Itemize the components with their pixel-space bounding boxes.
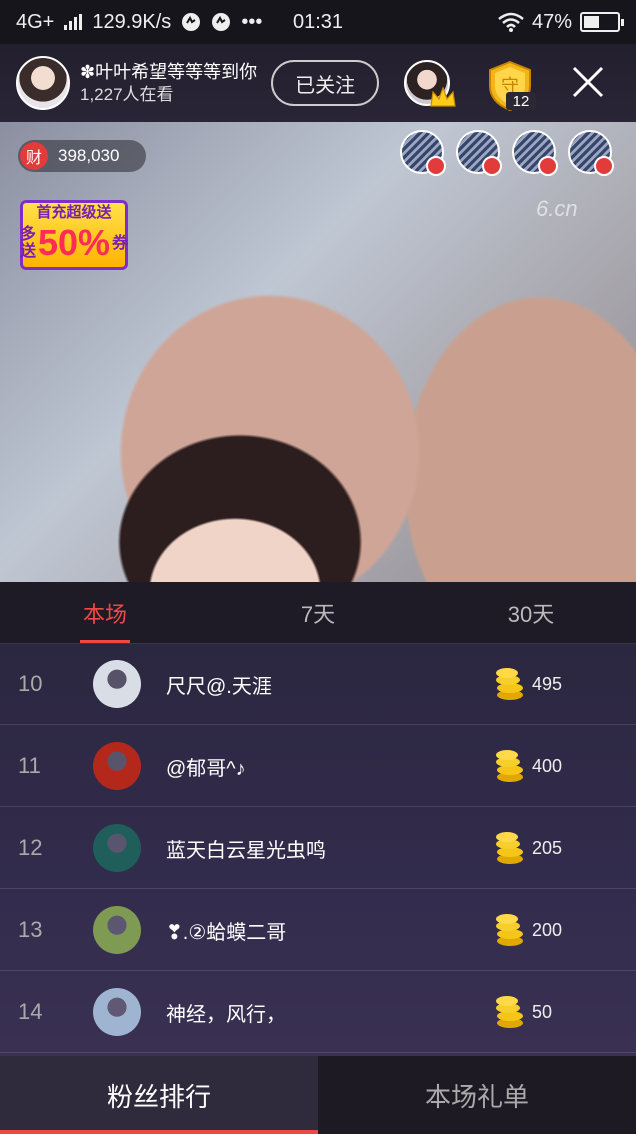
status-bar: 4G+ 129.9K/s ••• 01:31 47% bbox=[0, 0, 636, 44]
fan-rank-list[interactable]: 10 尺尺@.天涯 495 11 @郁哥^♪ 400 12 蓝天白云星光虫鸣 2… bbox=[0, 644, 636, 1056]
rank-number: 13 bbox=[18, 917, 43, 942]
status-right: 47% bbox=[498, 10, 624, 34]
recharge-promo-banner[interactable]: 首充超级送 多送 50% 券 bbox=[20, 200, 128, 270]
list-item[interactable]: 11 @郁哥^♪ 400 bbox=[0, 726, 636, 807]
host-name: ✽叶叶希望等等等到你 bbox=[80, 62, 258, 83]
rank-number: 14 bbox=[18, 999, 43, 1024]
fan-name: 神经，风行， bbox=[166, 1003, 286, 1026]
tab-this-show[interactable]: 本场 bbox=[0, 582, 210, 643]
tab-gift-list[interactable]: 本场礼单 bbox=[318, 1056, 636, 1134]
fan-name: 蓝天白云星光虫鸣 bbox=[166, 839, 326, 862]
viewer-avatar[interactable] bbox=[456, 130, 502, 176]
list-item[interactable]: 14 神经，风行， 50 bbox=[0, 972, 636, 1053]
vip-badge-icon bbox=[594, 156, 614, 176]
avatar[interactable] bbox=[93, 742, 141, 790]
network-speed: 129.9K/s bbox=[92, 10, 172, 33]
status-left: 4G+ 129.9K/s ••• bbox=[16, 11, 498, 34]
wealth-icon: 财 bbox=[20, 142, 48, 170]
host-info[interactable]: ✽叶叶希望等等等到你 1,227人在看 bbox=[80, 61, 257, 105]
viewer-avatar[interactable] bbox=[568, 130, 614, 176]
sync-icon-2 bbox=[212, 13, 231, 31]
avatar[interactable] bbox=[93, 906, 141, 954]
avatar[interactable] bbox=[93, 824, 141, 872]
coin-amount: 400 bbox=[532, 755, 563, 776]
viewer-avatar-row bbox=[400, 130, 614, 176]
list-item[interactable]: 13 ❣.②蛤蟆二哥 200 bbox=[0, 890, 636, 971]
viewer-avatar[interactable] bbox=[512, 130, 558, 176]
follow-button[interactable]: 已关注 bbox=[271, 60, 380, 106]
battery-icon bbox=[580, 12, 624, 32]
promo-small-left: 多送 bbox=[19, 226, 36, 260]
vip-badge-icon bbox=[482, 156, 502, 176]
promo-small-right: 券 bbox=[112, 234, 129, 252]
coin-amount: 200 bbox=[532, 919, 563, 940]
avatar[interactable] bbox=[93, 988, 141, 1036]
wifi-icon bbox=[498, 12, 524, 32]
sync-icon bbox=[182, 13, 201, 31]
vip-badge-icon bbox=[426, 156, 446, 176]
signal-icon bbox=[64, 14, 83, 30]
vip-badge-icon bbox=[538, 156, 558, 176]
platform-watermark: 6.cn bbox=[536, 196, 578, 221]
bottom-tab-bar: 粉丝排行 本场礼单 bbox=[0, 1056, 636, 1134]
network-type: 4G+ bbox=[16, 10, 55, 33]
wealth-value: 398,030 bbox=[58, 146, 120, 165]
battery-fill bbox=[584, 16, 600, 28]
tab-fan-ranking[interactable]: 粉丝排行 bbox=[0, 1056, 318, 1134]
clock: 01:31 bbox=[292, 10, 344, 33]
host-avatar[interactable] bbox=[16, 56, 70, 110]
crown-icon bbox=[430, 86, 456, 107]
rank-period-tabs: 本场 7天 30天 bbox=[0, 582, 636, 644]
room-header: ✽叶叶希望等等等到你 1,227人在看 已关注 守 12 bbox=[0, 44, 636, 122]
avatar[interactable] bbox=[93, 660, 141, 708]
viewer-count: 1,227人在看 bbox=[80, 84, 174, 104]
coin-icon bbox=[496, 668, 523, 700]
fan-name: @郁哥^♪ bbox=[166, 757, 246, 780]
list-item[interactable]: 10 尺尺@.天涯 495 bbox=[0, 644, 636, 725]
coin-icon bbox=[496, 832, 523, 864]
promo-body: 多送 50% 券 bbox=[20, 222, 128, 264]
tab-30-days[interactable]: 30天 bbox=[426, 582, 636, 643]
coin-icon bbox=[496, 750, 523, 782]
close-icon[interactable] bbox=[568, 62, 608, 102]
rank-number: 12 bbox=[18, 835, 43, 860]
promo-percent: 50% bbox=[37, 222, 111, 263]
live-video[interactable] bbox=[0, 122, 636, 582]
wealth-pill[interactable]: 财 398,030 bbox=[18, 140, 146, 172]
list-item[interactable]: 12 蓝天白云星光虫鸣 205 bbox=[0, 808, 636, 889]
coin-icon bbox=[496, 996, 523, 1028]
coin-amount: 50 bbox=[532, 1001, 553, 1022]
coin-amount: 495 bbox=[532, 673, 563, 694]
guard-count: 12 bbox=[506, 92, 536, 110]
coin-amount: 205 bbox=[532, 837, 563, 858]
promo-title: 首充超级送 bbox=[36, 204, 112, 221]
fan-name: ❣.②蛤蟆二哥 bbox=[166, 921, 287, 944]
viewer-avatar[interactable] bbox=[400, 130, 446, 176]
tab-7-days[interactable]: 7天 bbox=[210, 582, 426, 643]
more-dots: ••• bbox=[241, 10, 263, 33]
rank-number: 10 bbox=[18, 671, 43, 696]
battery-percent: 47% bbox=[531, 10, 572, 33]
rank-number: 11 bbox=[18, 753, 41, 778]
coin-icon bbox=[496, 914, 523, 946]
fan-name: 尺尺@.天涯 bbox=[166, 675, 272, 698]
